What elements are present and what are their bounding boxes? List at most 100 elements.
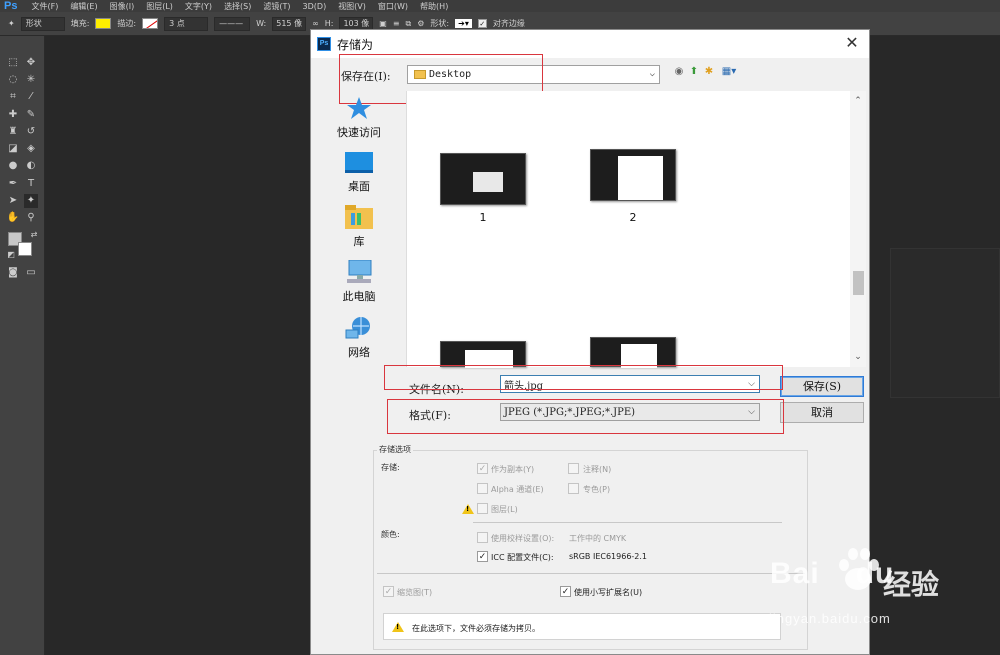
thumbnail-content [465,350,513,368]
dialog-titlebar: Ps 存储为 ✕ [311,30,869,58]
dialog-title: 存储为 [337,37,374,52]
type-tool-icon[interactable]: T [24,177,38,191]
magic-wand-tool-icon[interactable]: ✳ [24,73,38,87]
menu-window[interactable]: 窗口(W) [372,1,414,12]
filename-input[interactable]: 箭头.jpg ⌵ [500,375,760,393]
icc-profile-checkbox[interactable]: ✓ [477,551,488,562]
place-quick-access[interactable]: 快速访问 [325,96,393,140]
thumbnail-content [618,156,663,200]
zoom-tool-icon[interactable]: ⚲ [24,211,38,225]
place-network[interactable]: 网络 [325,316,393,360]
thumbnail-checkbox[interactable]: ✓ [383,586,394,597]
scrollbar-thumb[interactable] [853,271,864,295]
chevron-down-icon[interactable]: ⌵ [748,407,755,417]
save-in-label: 保存在(I): [341,70,391,83]
menu-help[interactable]: 帮助(H) [414,1,454,12]
spot-colors-checkbox[interactable] [568,483,579,494]
format-select[interactable]: JPEG (*.JPG;*.JPEG;*.JPE) ⌵ [500,403,760,421]
crop-tool-icon[interactable]: ⌗ [6,90,20,104]
menu-view[interactable]: 视图(V) [332,1,372,12]
view-menu-icon[interactable]: ▦▾ [718,66,740,78]
lowercase-extension-checkbox[interactable]: ✓ [560,586,571,597]
pen-tool-icon[interactable]: ✒ [6,177,20,191]
cancel-button[interactable]: 取消 [780,402,864,423]
menu-select[interactable]: 选择(S) [218,1,257,12]
path-arrangement-icon[interactable]: ⧉ [406,19,412,29]
fill-swatch[interactable] [95,18,112,29]
stroke-type-select[interactable]: ——— [214,16,251,31]
place-library[interactable]: 库 [325,205,393,249]
gear-icon[interactable]: ⚙ [417,19,424,28]
custom-shape-tool-icon[interactable]: ✦ [24,194,38,208]
shape-label: 形状: [430,19,450,28]
paint-bucket-tool-icon[interactable]: ◈ [24,142,38,156]
hand-tool-icon[interactable]: ✋ [6,211,20,225]
file-label-1: 1 [479,211,487,224]
library-folder-icon [345,205,373,229]
back-icon[interactable]: ◉ [673,66,685,78]
fill-label: 填充: [70,19,90,28]
file-thumbnail-3[interactable] [440,341,526,368]
layers-checkbox[interactable] [477,503,488,514]
default-colors-icon[interactable]: ◩ [4,248,18,262]
save-in-select[interactable]: Desktop ⌵ [407,65,660,84]
path-alignment-icon[interactable]: ≡ [393,19,400,28]
new-folder-icon[interactable]: ✱ [703,66,715,78]
file-thumbnail-4[interactable] [590,337,676,368]
path-operations-icon[interactable]: ▣ [379,19,387,28]
path-selection-tool-icon[interactable]: ➤ [6,194,20,208]
scrollbar[interactable]: ⌃ ⌄ [850,91,866,367]
link-icon[interactable]: ∞ [312,19,319,28]
move-tool-icon[interactable]: ✥ [24,56,38,70]
notes-checkbox[interactable] [568,463,579,474]
file-thumbnail-2[interactable] [590,149,676,201]
stroke-size-select[interactable]: 3 点 [164,16,209,31]
menu-type[interactable]: 文字(Y) [179,1,218,12]
menu-image[interactable]: 图像(I) [104,1,141,12]
lasso-tool-icon[interactable]: ◌ [6,73,20,87]
quick-mask-icon[interactable]: ◙ [6,266,20,280]
menu-filter[interactable]: 滤镜(T) [257,1,296,12]
align-edges-label: 对齐边缘 [492,19,525,28]
place-desktop[interactable]: 桌面 [325,152,393,194]
as-copy-checkbox[interactable]: ✓ [477,463,488,474]
menu-file[interactable]: 文件(F) [25,1,64,12]
dodge-tool-icon[interactable]: ◐ [24,159,38,173]
menu-3d[interactable]: 3D(D) [297,2,333,11]
place-this-pc[interactable]: 此电脑 [325,260,393,304]
blur-tool-icon[interactable]: ● [6,159,20,173]
color-section-label: 颜色: [381,530,400,539]
eraser-tool-icon[interactable]: ◪ [6,142,20,156]
history-brush-tool-icon[interactable]: ↺ [24,125,38,139]
stroke-swatch[interactable] [142,18,159,29]
file-list[interactable]: 1 2 ⌃ ⌄ [406,91,866,368]
thumbnail-content [621,344,657,368]
eyedropper-tool-icon[interactable]: ⁄ [24,90,38,104]
chevron-down-icon[interactable]: ⌵ [748,379,755,389]
swap-colors-icon[interactable]: ⇄ [27,228,41,242]
file-thumbnail-1[interactable] [440,153,526,205]
custom-shape-tool-icon[interactable]: ✦ [8,19,15,28]
menu-edit[interactable]: 编辑(E) [64,1,103,12]
stamp-tool-icon[interactable]: ♜ [6,125,20,139]
healing-tool-icon[interactable]: ✚ [6,108,20,122]
marquee-tool-icon[interactable]: ⬚ [6,56,20,70]
save-button[interactable]: 保存(S) [780,376,864,397]
scroll-down-icon[interactable]: ⌄ [850,349,866,365]
up-folder-icon[interactable]: ⬆ [688,66,700,78]
width-field[interactable]: 515 像 [272,16,307,31]
menu-layer[interactable]: 图层(L) [140,1,179,12]
brush-tool-icon[interactable]: ✎ [24,108,38,122]
background-color-swatch[interactable] [18,242,32,256]
align-edges-checkbox[interactable]: ✓ [477,19,487,28]
tool-mode-select[interactable]: 形状 [20,16,65,31]
scroll-up-icon[interactable]: ⌃ [850,93,866,109]
arrow-shape-picker[interactable]: ➔▾ [455,19,472,28]
alpha-channels-checkbox[interactable] [477,483,488,494]
height-value: 103 像 [343,19,370,28]
proof-setup-checkbox[interactable] [477,532,488,543]
save-in-value: Desktop [429,69,472,80]
height-label: H: [324,19,334,28]
close-icon[interactable]: ✕ [843,34,861,52]
screen-mode-icon[interactable]: ▭ [24,266,38,280]
